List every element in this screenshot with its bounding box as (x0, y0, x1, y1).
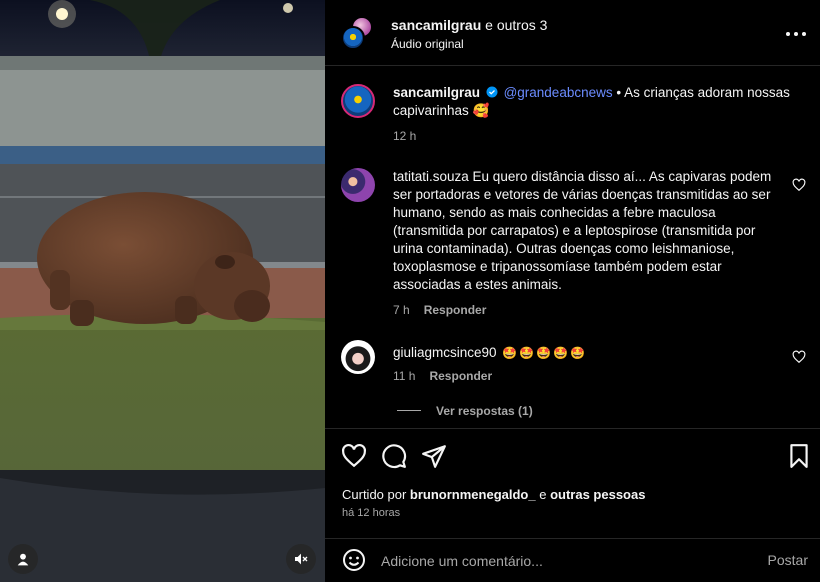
liker-username[interactable]: brunornmenegaldo_ (410, 487, 536, 502)
comment-icon[interactable] (381, 443, 407, 469)
avatar[interactable] (341, 168, 375, 202)
verified-badge-icon (486, 86, 498, 98)
comment-time[interactable]: 7 h (393, 303, 410, 317)
view-replies-button[interactable]: Ver respostas (1) (436, 404, 533, 418)
comment-username[interactable]: tatitati.souza (393, 169, 469, 184)
comment-meta: 11 h Responder (393, 369, 506, 383)
post-comment-button[interactable]: Postar (768, 552, 808, 568)
post-caption: sancamilgrau @grandeabcnews • As criança… (341, 84, 806, 164)
tagged-users-button[interactable] (8, 544, 38, 574)
co-authors[interactable]: e outros 3 (481, 17, 547, 33)
comment-text: tatitati.souza Eu quero distância disso … (393, 168, 781, 294)
comment-username[interactable]: giuliagmcsince90 (393, 345, 497, 360)
post-header: sancamilgrau e outros 3 Áudio original (325, 0, 820, 66)
comment-item: tatitati.souza Eu quero distância disso … (341, 168, 806, 328)
post-authors[interactable]: sancamilgrau e outros 3 (391, 17, 547, 33)
post-timestamp[interactable]: há 12 horas (342, 507, 400, 519)
heart-icon[interactable] (792, 350, 806, 364)
comment-input[interactable] (381, 551, 761, 571)
post-details-panel: sancamilgrau e outros 3 Áudio original s… (325, 0, 820, 582)
share-icon[interactable] (421, 443, 447, 469)
divider (397, 410, 421, 411)
reply-button[interactable]: Responder (424, 303, 487, 317)
more-options-icon[interactable] (786, 24, 806, 44)
reply-button[interactable]: Responder (429, 369, 492, 383)
comment-time[interactable]: 11 h (393, 369, 415, 383)
audio-label[interactable]: Áudio original (391, 37, 464, 51)
post-media[interactable] (0, 0, 325, 582)
likes-summary: Curtido por brunornmenegaldo_ e outras p… (342, 487, 645, 502)
comments-list[interactable]: sancamilgrau @grandeabcnews • As criança… (325, 67, 820, 427)
comment-text: giuliagmcsince90 🤩🤩🤩🤩🤩 (393, 344, 793, 362)
emoji-icon[interactable] (342, 548, 366, 572)
author-username[interactable]: sancamilgrau (391, 17, 481, 33)
heart-icon[interactable] (792, 178, 806, 192)
muted-speaker-icon (295, 553, 308, 565)
bookmark-icon[interactable] (786, 443, 812, 469)
comment-body: 🤩🤩🤩🤩🤩 (496, 346, 588, 360)
likes-middle: e (535, 487, 551, 502)
capybara-video-frame (0, 0, 325, 582)
caption-time[interactable]: 12 h (393, 129, 416, 143)
comment-composer: Postar (325, 538, 820, 582)
avatar[interactable] (341, 340, 375, 374)
comment-item: giuliagmcsince90 🤩🤩🤩🤩🤩 11 h Responder (341, 340, 806, 427)
likes-prefix: Curtido por (342, 487, 410, 502)
comment-meta: 7 h Responder (393, 303, 500, 317)
caption-meta: 12 h (393, 129, 430, 143)
avatar (341, 26, 365, 50)
comment-body: Eu quero distância disso aí... As capiva… (393, 169, 772, 292)
other-likers-link[interactable]: outras pessoas (550, 487, 645, 502)
heart-icon[interactable] (341, 443, 367, 469)
mention-link[interactable]: @grandeabcnews (504, 85, 613, 100)
collab-avatars[interactable] (341, 16, 375, 50)
avatar[interactable] (341, 84, 375, 118)
mute-toggle-button[interactable] (286, 544, 316, 574)
caption-username[interactable]: sancamilgrau (393, 85, 480, 100)
caption-text: sancamilgrau @grandeabcnews • As criança… (393, 84, 793, 120)
user-icon (17, 553, 29, 566)
